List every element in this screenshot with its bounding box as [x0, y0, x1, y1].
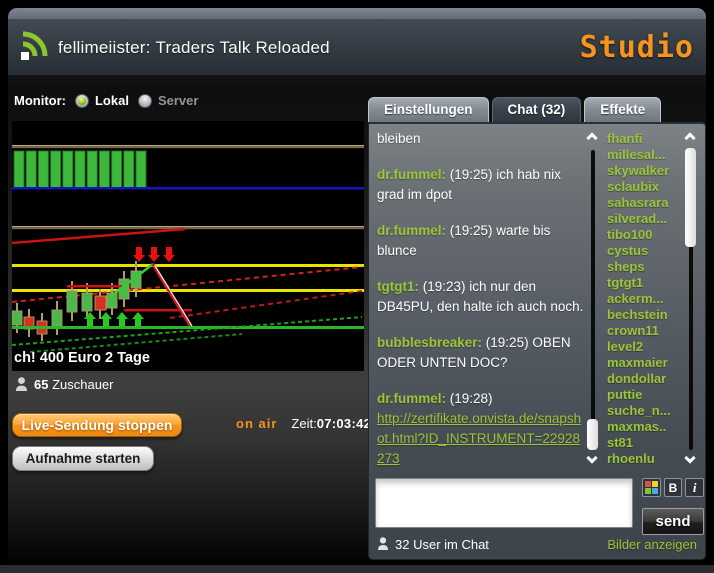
footer-strip — [0, 565, 714, 573]
user-list-item[interactable]: rhoenlu — [607, 451, 681, 467]
stream-title: fellimeiister: Traders Talk Reloaded — [58, 38, 330, 58]
userlist-scrollbar[interactable] — [683, 130, 699, 468]
italic-button[interactable]: i — [685, 478, 704, 497]
chat-message-list[interactable]: bleiben dr.fummel: (19:25) ich hab nix gr… — [377, 129, 586, 474]
header: fellimeiister: Traders Talk Reloaded Stu… — [8, 8, 706, 75]
users-in-chat-label: 32 User im Chat — [395, 537, 489, 552]
time-value: 07:03:42 — [317, 416, 371, 431]
channel-name: fellimeiister: — [58, 38, 151, 58]
chat-panel: bleiben dr.fummel: (19:25) ich hab nix gr… — [368, 122, 706, 560]
studio-app: fellimeiister: Traders Talk Reloaded Stu… — [0, 0, 714, 573]
user-list-item[interactable]: tibo100 — [607, 227, 681, 243]
time-label: Zeit: — [291, 416, 316, 431]
user-list-item[interactable]: fhanfi — [607, 131, 681, 147]
start-recording-button[interactable]: Aufnahme starten — [12, 446, 154, 471]
radio-button-lokal[interactable] — [75, 94, 89, 108]
userlist-scroll-down-icon[interactable] — [684, 454, 698, 466]
viewers-label: Zuschauer — [52, 377, 113, 392]
panel-footer: 32 User im Chat Bilder anzeigen — [377, 534, 697, 554]
chat-message: dr.fummel: (19:28)http://zertifikate.onv… — [377, 389, 586, 469]
studio-logo: Studio — [580, 30, 694, 65]
color-grid-icon — [645, 481, 658, 494]
user-list-item[interactable]: tgtgt1 — [607, 275, 681, 291]
chat-user-list[interactable]: fhanfimillesal...skywalkersclaubixsahasr… — [607, 131, 681, 467]
chat-scroll-up-icon[interactable] — [586, 130, 600, 142]
user-list-item[interactable]: ackerm... — [607, 291, 681, 307]
chat-message: bleiben — [377, 129, 586, 149]
panel-tabs: Einstellungen Chat (32) Effekte — [368, 97, 661, 122]
video-preview: ch! 400 Euro 2 Tage — [12, 121, 364, 371]
user-list-item[interactable]: bechstein — [607, 307, 681, 323]
chat-username: bubblesbreaker: — [377, 335, 482, 350]
chat-message: tgtgt1: (19:23) ich nur den DB45PU, den … — [377, 277, 586, 317]
stop-live-button[interactable]: Live-Sendung stoppen — [12, 413, 182, 437]
viewer-icon — [15, 377, 28, 392]
broadcast-icon — [20, 29, 50, 66]
bold-button[interactable]: B — [664, 478, 683, 497]
user-list-item[interactable]: sclaubix — [607, 179, 681, 195]
chat-username: dr.fummel: — [377, 223, 446, 238]
user-list-item[interactable]: dondollar — [607, 371, 681, 387]
chat-scroll-down-icon[interactable] — [586, 454, 600, 466]
monitor-selector: Monitor: Lokal Server — [14, 93, 198, 108]
user-list-item[interactable]: crown11 — [607, 323, 681, 339]
chat-username: tgtgt1: — [377, 279, 419, 294]
chat-message: bubblesbreaker: (19:25) OBEN ODER UNTEN … — [377, 333, 586, 373]
chat-scrollbar[interactable] — [585, 130, 601, 468]
user-list-item[interactable]: suche_n... — [607, 403, 681, 419]
radio-button-server[interactable] — [138, 94, 152, 108]
chat-scrollbar-track[interactable] — [591, 150, 595, 450]
user-list-item[interactable]: silverad... — [607, 211, 681, 227]
user-list-item[interactable]: sahasrara — [607, 195, 681, 211]
show-images-link[interactable]: Bilder anzeigen — [607, 537, 697, 552]
user-list-item[interactable]: maxmaier — [607, 355, 681, 371]
user-list-item[interactable]: st81 — [607, 435, 681, 451]
user-list-item[interactable]: skywalker — [607, 163, 681, 179]
userlist-scrollbar-thumb[interactable] — [685, 148, 696, 247]
user-list-item[interactable]: millesal... — [607, 147, 681, 163]
chat-message: dr.fummel: (19:25) warte bis blunce — [377, 221, 586, 261]
color-picker-button[interactable] — [642, 478, 661, 497]
send-button[interactable]: send — [642, 508, 704, 535]
broadcast-status: on air Zeit:07:03:42 — [236, 416, 371, 431]
user-list-item[interactable]: level2 — [607, 339, 681, 355]
user-list-item[interactable]: puttie — [607, 387, 681, 403]
radio-option-server[interactable]: Server — [138, 93, 198, 108]
chat-input[interactable] — [375, 478, 633, 528]
userlist-scroll-up-icon[interactable] — [684, 130, 698, 142]
radio-option-lokal[interactable]: Lokal — [75, 93, 129, 108]
tab-effekte[interactable]: Effekte — [584, 97, 661, 122]
chat-username: dr.fummel: — [377, 167, 446, 182]
video-overlay-text: ch! 400 Euro 2 Tage — [14, 350, 150, 366]
user-list-item[interactable]: cystus — [607, 243, 681, 259]
viewers-counter: 65 Zuschauer — [15, 377, 114, 392]
tab-einstellungen[interactable]: Einstellungen — [368, 97, 489, 122]
video-chart — [12, 121, 364, 371]
chat-link[interactable]: http://zertifikate.onvista.de/snapshot.h… — [377, 409, 586, 469]
content-area: Monitor: Lokal Server — [8, 85, 706, 564]
tab-chat[interactable]: Chat (32) — [492, 97, 582, 122]
chat-scrollbar-thumb[interactable] — [587, 419, 598, 450]
users-icon — [377, 537, 389, 551]
chat-message: dr.fummel: (19:25) ich hab nix grad im d… — [377, 165, 586, 205]
user-list-item[interactable]: sheps — [607, 259, 681, 275]
app-window: fellimeiister: Traders Talk Reloaded Stu… — [8, 8, 706, 564]
user-list-item[interactable]: maxmas.. — [607, 419, 681, 435]
monitor-label: Monitor: — [14, 93, 66, 108]
show-name: Traders Talk Reloaded — [156, 38, 330, 58]
on-air-indicator: on air — [236, 416, 277, 431]
format-buttons: B i — [642, 478, 704, 497]
viewers-count: 65 — [34, 377, 48, 392]
chat-username: dr.fummel: — [377, 391, 446, 406]
